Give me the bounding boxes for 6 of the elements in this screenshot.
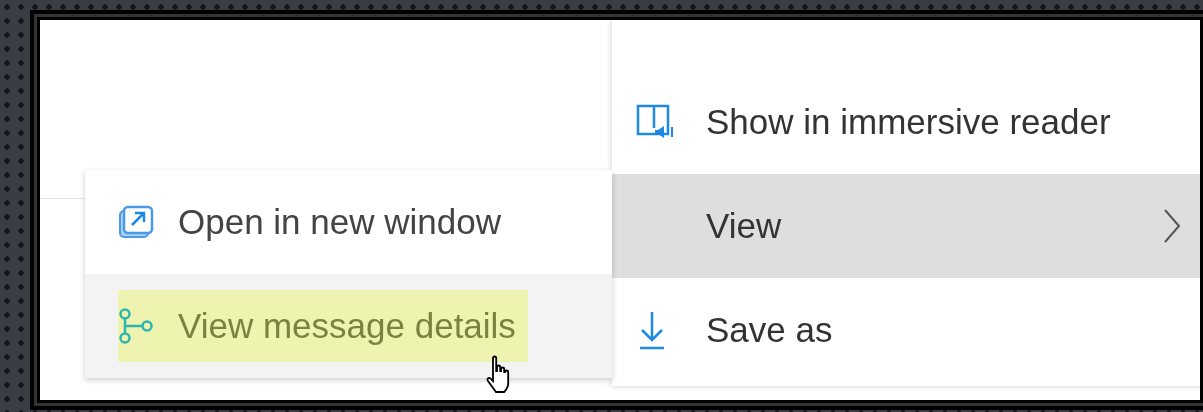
open-window-icon bbox=[118, 205, 154, 239]
immersive-reader-icon bbox=[636, 104, 676, 140]
menu-item[interactable]: View bbox=[612, 174, 1200, 278]
branch-nodes-icon bbox=[118, 308, 154, 344]
menu-item[interactable]: Open in new window bbox=[85, 170, 612, 274]
menu-item[interactable]: View message details bbox=[85, 274, 612, 378]
